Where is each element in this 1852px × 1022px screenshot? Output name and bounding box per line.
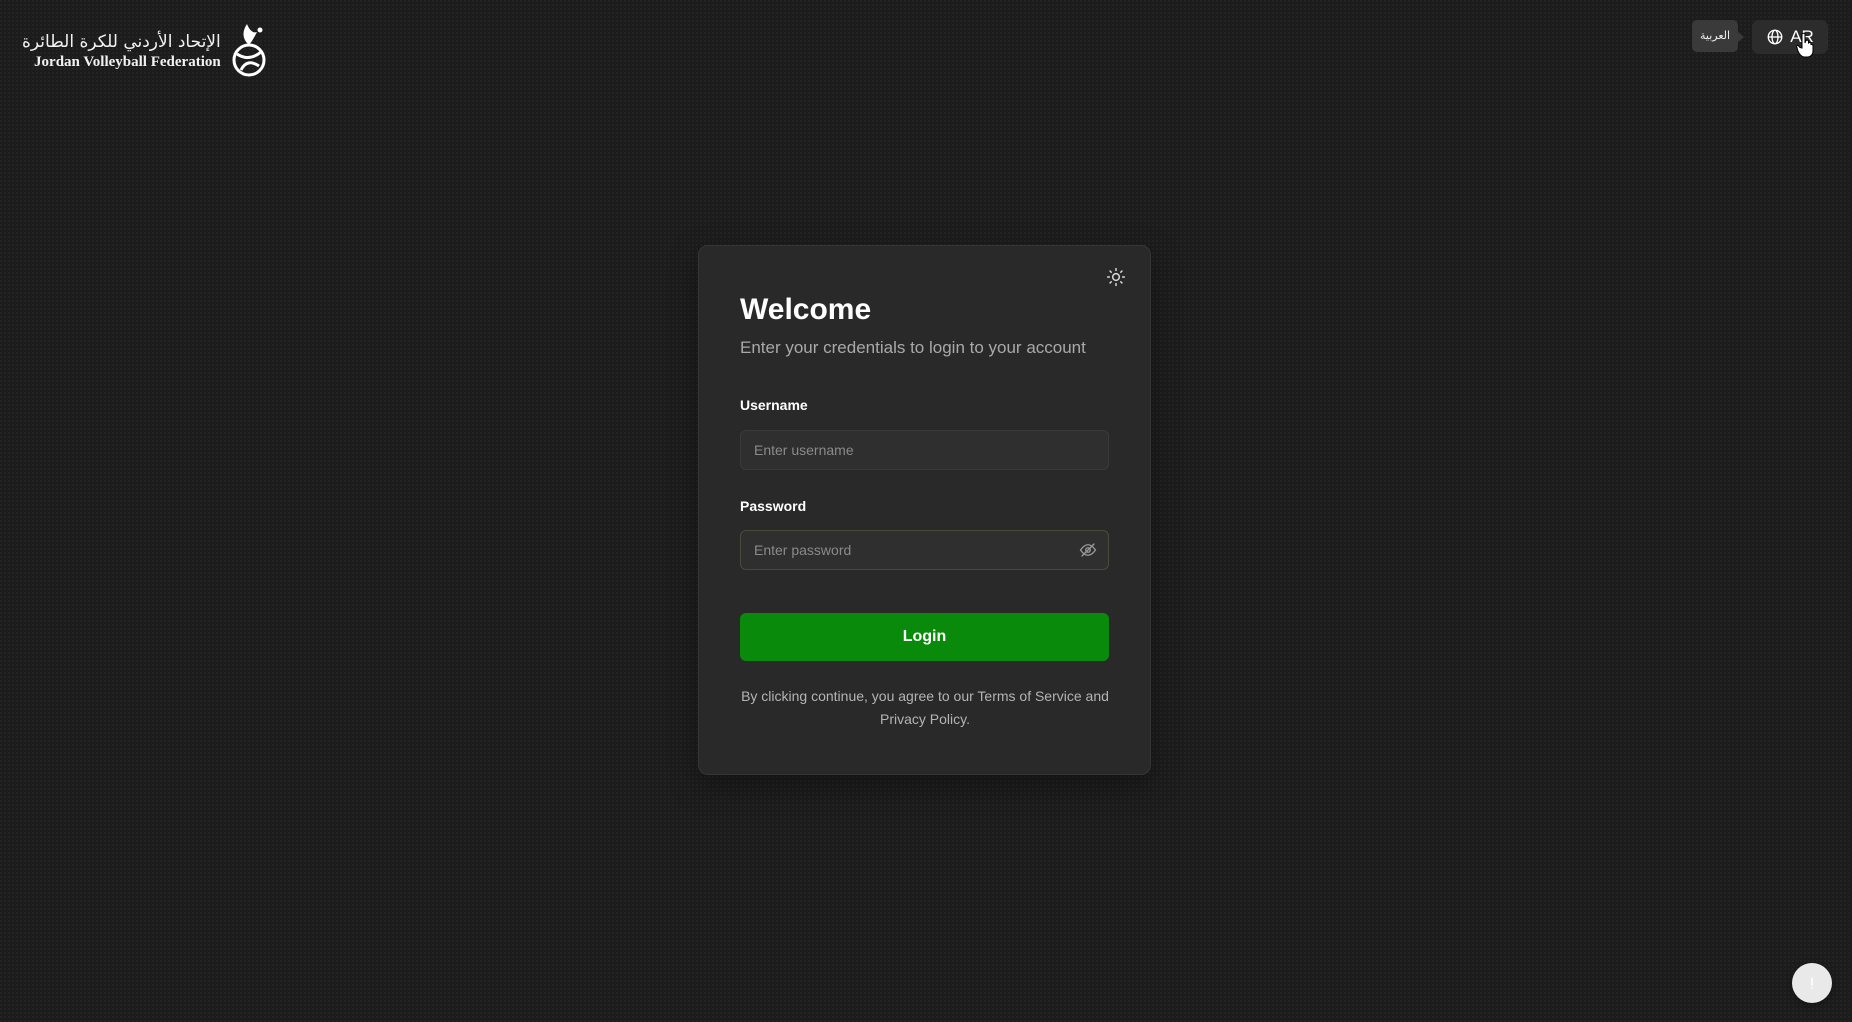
theme-toggle-button[interactable] [1104,266,1128,290]
username-input[interactable] [741,431,1108,469]
eye-off-icon [1079,543,1097,557]
privacy-policy-link[interactable]: Privacy Policy [880,711,966,727]
terms-suffix: . [966,711,970,727]
logo-english-text: Jordan Volleyball Federation [34,54,221,70]
username-label: Username [740,397,808,413]
sun-icon [1106,267,1126,286]
login-button[interactable]: Login [740,613,1109,661]
help-icon [1811,977,1813,989]
globe-icon [1767,29,1783,45]
login-card: Welcome Enter your credentials to login … [698,245,1151,775]
help-button[interactable] [1792,963,1832,1003]
password-field-wrapper [740,530,1109,570]
language-switch-button[interactable]: AR [1752,20,1828,54]
logo-text: الإتحاد الأردني للكرة الطائرة Jordan Vol… [22,31,221,71]
password-input[interactable] [741,531,1108,569]
page-subtitle: Enter your credentials to login to your … [740,338,1086,357]
password-visibility-toggle[interactable] [1078,541,1098,561]
terms-notice: By clicking continue, you agree to our T… [729,685,1121,731]
page-title: Welcome [740,293,872,326]
language-switch-label: AR [1790,27,1814,46]
terms-middle: and [1081,688,1109,704]
password-label: Password [740,498,807,514]
username-field-wrapper [740,430,1109,470]
terms-of-service-link[interactable]: Terms of Service [977,688,1081,704]
federation-logo[interactable]: الإتحاد الأردني للكرة الطائرة Jordan Vol… [22,22,269,80]
logo-arabic-text: الإتحاد الأردني للكرة الطائرة [22,32,221,52]
terms-prefix: By clicking continue, you agree to our [741,688,978,704]
language-tooltip: العربية [1692,20,1745,52]
volleyball-emblem-icon [232,24,266,77]
